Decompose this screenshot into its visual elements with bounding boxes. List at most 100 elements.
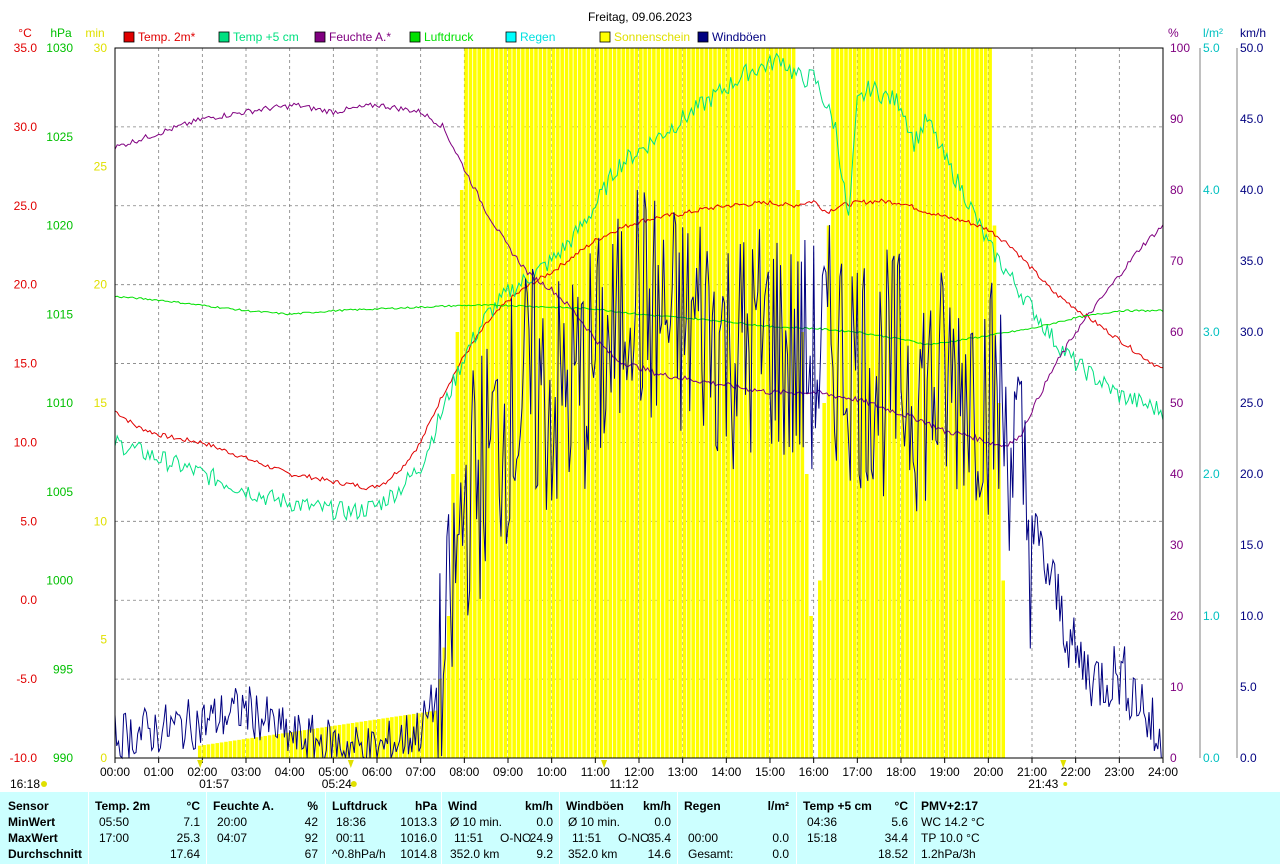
- stats-value: 67: [304, 847, 318, 861]
- column-separator: [88, 792, 89, 864]
- noon-label: 11:12: [609, 777, 638, 791]
- tick-label: 1.0: [1203, 609, 1220, 623]
- sunshine-bar: [590, 48, 595, 758]
- axis-unit: min: [85, 26, 104, 40]
- sunshine-bar: [608, 48, 612, 758]
- tick-label: 80: [1170, 183, 1184, 197]
- x-tick-label: 16:00: [799, 765, 829, 779]
- tick-label: 20.0: [1240, 467, 1264, 481]
- stats-header-unit: °C: [186, 799, 200, 813]
- sunshine-bar: [237, 739, 241, 758]
- sunshine-bar: [669, 48, 674, 758]
- sunshine-bar: [691, 48, 695, 758]
- current-time-label: 16:18: [10, 777, 40, 791]
- sunshine-bar: [477, 48, 481, 758]
- axis-unit: km/h: [1240, 26, 1266, 40]
- x-tick-label: 19:00: [930, 765, 960, 779]
- axis-unit: %: [1168, 26, 1179, 40]
- sunshine-bar: [459, 190, 464, 758]
- tick-label: 40.0: [1240, 183, 1264, 197]
- sunshine-bar: [927, 48, 931, 758]
- sunshine-bar: [682, 48, 687, 758]
- sunshine-bar: [743, 48, 748, 758]
- tick-label: 90: [1170, 112, 1184, 126]
- tick-label: 1000: [46, 574, 73, 588]
- axis-unit: hPa: [50, 26, 72, 40]
- tick-label: 25.0: [1240, 396, 1264, 410]
- sunshine-bar: [595, 48, 599, 758]
- legend-label: Temp. 2m*: [138, 30, 196, 44]
- tick-label: 35.0: [1240, 254, 1264, 268]
- sunshine-bar: [822, 403, 826, 758]
- x-tick-label: 17:00: [842, 765, 872, 779]
- current-time-dot: [41, 781, 47, 787]
- x-tick-label: 15:00: [755, 765, 785, 779]
- tick-label: 2.0: [1203, 467, 1220, 481]
- sunshine-bar: [211, 743, 215, 758]
- axis-unit: °C: [18, 26, 32, 40]
- tick-label: 1005: [46, 485, 73, 499]
- stats-pmv: WC 14.2 °C: [921, 815, 985, 829]
- chart-title: Freitag, 09.06.2023: [588, 10, 692, 24]
- stats-value: 42: [304, 815, 318, 829]
- sunshine-bar: [219, 742, 224, 758]
- legend-swatch: [123, 31, 135, 43]
- legend-swatch: [409, 31, 421, 43]
- stats-value: 18.52: [877, 847, 908, 861]
- tick-label: 1020: [46, 219, 73, 233]
- sunshine-bar: [197, 745, 202, 758]
- sunshine-bar: [228, 741, 233, 758]
- sunshine-bar: [896, 48, 901, 758]
- sunshine-bar: [940, 48, 944, 758]
- stats-row-label: Durchschnitt: [8, 847, 83, 861]
- tick-label: 5: [100, 633, 107, 647]
- sunshine-bar: [761, 48, 765, 758]
- x-tick-label: 07:00: [406, 765, 436, 779]
- sunshine-bar: [949, 48, 953, 758]
- tick-label: 1030: [46, 41, 73, 55]
- sunshine-bar: [844, 48, 848, 758]
- sunshine-bar: [215, 743, 219, 758]
- sunshine-bar: [272, 734, 276, 758]
- sunshine-bar: [739, 48, 743, 758]
- legend-swatch: [218, 31, 230, 43]
- tick-label: 70: [1170, 254, 1184, 268]
- sunshine-bar: [263, 735, 268, 758]
- stats-header-unit: hPa: [414, 799, 437, 813]
- tick-label: 0.0: [1203, 751, 1220, 765]
- sunshine-bar: [464, 48, 468, 758]
- sunshine-bar: [612, 48, 617, 758]
- stats-header: PMV+2:17: [921, 799, 979, 813]
- stats-value: 1014.8: [400, 847, 437, 861]
- sunshine-bar: [852, 48, 857, 758]
- column-separator: [796, 792, 797, 864]
- x-tick-label: 03:00: [231, 765, 261, 779]
- column-separator: [206, 792, 207, 864]
- tick-label: 0.0: [1240, 751, 1257, 765]
- tick-label: 5.0: [1240, 680, 1257, 694]
- legend-label: Luftdruck: [424, 30, 474, 44]
- x-tick-label: 18:00: [886, 765, 916, 779]
- stats-value: 0.0: [536, 815, 553, 829]
- x-tick-label: 22:00: [1061, 765, 1091, 779]
- stats-value: 1016.0: [400, 831, 437, 845]
- tick-label: 45.0: [1240, 112, 1264, 126]
- statistics-table: Sensor Temp. 2m °C Feuchte A.% Luftdruck hPa W…: [0, 792, 1280, 864]
- legend-label: Sonnenschein: [614, 30, 690, 44]
- tick-label: 15.0: [1240, 538, 1264, 552]
- sunshine-bar: [861, 48, 866, 758]
- tick-label: 10: [1170, 680, 1184, 694]
- sunshine-bar: [573, 48, 578, 758]
- x-tick-label: 14:00: [711, 765, 741, 779]
- tick-label: 10: [94, 514, 108, 528]
- column-separator: [325, 792, 326, 864]
- tick-label: 30.0: [14, 120, 38, 134]
- sunshine-bar: [660, 48, 665, 758]
- x-tick-label: 13:00: [668, 765, 698, 779]
- sunshine-bar: [521, 48, 525, 758]
- sunset-label: 21:43: [1028, 777, 1058, 791]
- sunshine-bar: [756, 48, 761, 758]
- stats-header-unit: %: [307, 799, 318, 813]
- x-tick-label: 00:00: [100, 765, 130, 779]
- legend-label: Windböen: [712, 30, 766, 44]
